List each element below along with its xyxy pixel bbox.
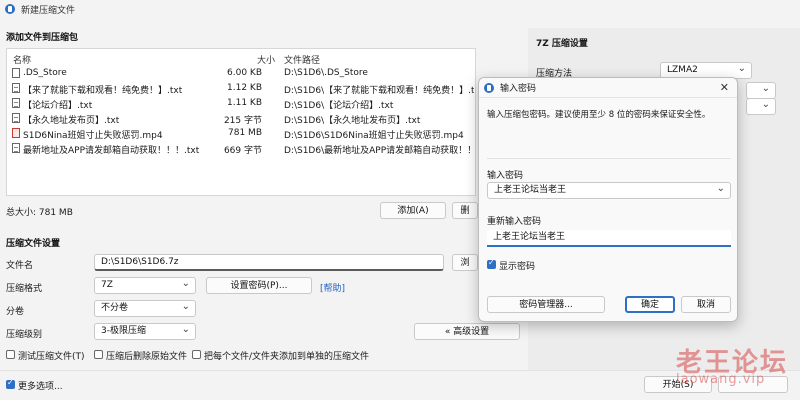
level-label: 压缩级别	[6, 330, 43, 340]
password-value: 上老王论坛当老王	[494, 185, 567, 195]
file-name: S1D6Nina班姐寸止失败惩罚.mp4	[23, 131, 163, 141]
file-size: 1.11 KB	[227, 98, 262, 108]
text-file-icon	[12, 98, 20, 108]
text-file-icon	[12, 113, 20, 123]
separate-archives-label[interactable]: 把每个文件/文件夹添加到单独的压缩文件	[204, 349, 369, 362]
format-value: 7Z	[101, 280, 113, 290]
add-files-title: 添加文件到压缩包	[6, 33, 79, 43]
split-label: 分卷	[6, 307, 25, 317]
file-path: D:\S1D6\.DS_Store	[284, 68, 368, 78]
right-panel-title: 7Z 压缩设置	[536, 39, 588, 49]
file-row[interactable]: 【永久地址发布页】.txt 215 字节 D:\S1D6\【永久地址发布页】.t…	[7, 112, 475, 126]
cancel-button[interactable]: 取消	[681, 296, 731, 313]
more-options-checkbox[interactable]	[6, 378, 15, 389]
total-size: 总大小: 781 MB	[6, 208, 73, 218]
filename-input[interactable]: D:\S1D6\S1D6.7z	[94, 254, 444, 271]
test-archive-checkbox[interactable]	[6, 350, 15, 359]
ok-button[interactable]: 确定	[625, 296, 675, 313]
dialog-description: 输入压缩包密码。建议使用至少 8 位的密码来保证安全性。	[487, 110, 711, 120]
file-row[interactable]: 【来了就能下载和观看！纯免费！】.txt 1.12 KB D:\S1D6\【来了…	[7, 82, 475, 96]
browse-button[interactable]: 浏	[452, 254, 478, 271]
divider	[487, 158, 731, 159]
show-password-checkbox[interactable]	[487, 258, 496, 269]
level-select[interactable]: 3-极限压缩	[94, 323, 196, 340]
file-icon	[12, 68, 20, 78]
file-name: 【永久地址发布页】.txt	[23, 116, 120, 126]
file-row[interactable]: .DS_Store 6.00 KB D:\S1D6\.DS_Store	[7, 67, 475, 81]
test-archive-label[interactable]: 测试压缩文件(T)	[18, 349, 85, 362]
file-size: 6.00 KB	[227, 68, 262, 78]
close-icon[interactable]: ✕	[720, 81, 729, 94]
separate-archives-checkbox[interactable]	[192, 350, 201, 359]
file-size: 781 MB	[228, 128, 262, 138]
password-input[interactable]: 上老王论坛当老王	[487, 182, 731, 199]
app-icon	[5, 4, 15, 14]
file-row[interactable]: S1D6Nina班姐寸止失败惩罚.mp4 781 MB D:\S1D6\S1D6…	[7, 127, 475, 141]
file-list[interactable]: 名称 大小 文件路径 .DS_Store 6.00 KB D:\S1D6\.DS…	[6, 48, 476, 196]
col-size-header[interactable]: 大小	[257, 53, 275, 66]
right-select-3[interactable]	[746, 98, 776, 115]
method-value: LZMA2	[667, 65, 698, 75]
delete-after-label[interactable]: 压缩后删除原始文件	[106, 349, 187, 362]
format-select[interactable]: 7Z	[94, 277, 196, 294]
file-name: 最新地址及APP请发邮箱自动获取！！！.txt	[23, 146, 200, 156]
file-list-header: 名称 大小 文件路径	[7, 53, 475, 66]
col-path-header[interactable]: 文件路径	[284, 53, 320, 66]
show-password-label[interactable]: 显示密码	[499, 259, 535, 272]
file-name: .DS_Store	[23, 68, 67, 78]
split-value: 不分卷	[101, 303, 129, 313]
file-size: 669 字节	[223, 146, 262, 156]
watermark: 老王论坛 laowang.vip	[676, 342, 788, 387]
file-row[interactable]: 【论坛介绍】.txt 1.11 KB D:\S1D6\【论坛介绍】.txt	[7, 97, 475, 111]
dialog-app-icon	[484, 82, 494, 93]
dialog-title: 输入密码	[500, 84, 537, 94]
password-manager-button[interactable]: 密码管理器...	[487, 296, 605, 313]
confirm-password-label: 重新输入密码	[487, 217, 542, 227]
help-link[interactable]: [帮助]	[320, 281, 345, 294]
text-file-icon	[12, 83, 20, 93]
advanced-settings-button[interactable]: « 高级设置	[414, 323, 520, 340]
file-row[interactable]: 最新地址及APP请发邮箱自动获取！！！.txt 669 字节 D:\S1D6\最…	[7, 142, 475, 156]
video-file-icon	[12, 128, 20, 138]
set-password-button[interactable]: 设置密码(P)...	[206, 277, 312, 294]
settings-title: 压缩文件设置	[6, 239, 61, 249]
dialog-title-bar: 输入密码 ✕	[479, 78, 737, 98]
file-path: D:\S1D6\最新地址及APP请发邮箱自动获取！！！...	[284, 146, 474, 156]
text-file-icon	[12, 143, 20, 153]
col-name-header[interactable]: 名称	[13, 53, 31, 66]
filename-label: 文件名	[6, 261, 34, 271]
password-label: 输入密码	[487, 171, 524, 181]
window-title: 新建压缩文件	[21, 5, 76, 16]
title-bar: 新建压缩文件	[0, 0, 800, 18]
file-path: D:\S1D6\【论坛介绍】.txt	[284, 101, 394, 111]
level-value: 3-极限压缩	[101, 326, 146, 336]
file-path: D:\S1D6\【永久地址发布页】.txt	[284, 116, 421, 126]
password-dialog: 输入密码 ✕ 输入压缩包密码。建议使用至少 8 位的密码来保证安全性。 输入密码…	[478, 77, 738, 322]
file-name: 【来了就能下载和观看！纯免费！】.txt	[23, 86, 183, 96]
file-size: 1.12 KB	[227, 83, 262, 93]
add-button[interactable]: 添加(A)	[380, 202, 446, 219]
file-size: 215 字节	[223, 116, 262, 126]
file-path: D:\S1D6\【来了就能下载和观看！纯免费！】.txt	[284, 86, 474, 96]
remove-button[interactable]: 删	[452, 202, 478, 219]
delete-after-checkbox[interactable]	[94, 350, 103, 359]
watermark-sub: laowang.vip	[675, 372, 766, 387]
right-select-2[interactable]	[746, 82, 776, 99]
more-options-label[interactable]: 更多选项...	[18, 379, 63, 392]
format-label: 压缩格式	[6, 284, 43, 294]
confirm-password-input[interactable]: 上老王论坛当老王	[487, 230, 731, 247]
file-path: D:\S1D6\S1D6Nina班姐寸止失败惩罚.mp4	[284, 131, 464, 141]
file-name: 【论坛介绍】.txt	[23, 101, 93, 111]
split-select[interactable]: 不分卷	[94, 300, 196, 317]
